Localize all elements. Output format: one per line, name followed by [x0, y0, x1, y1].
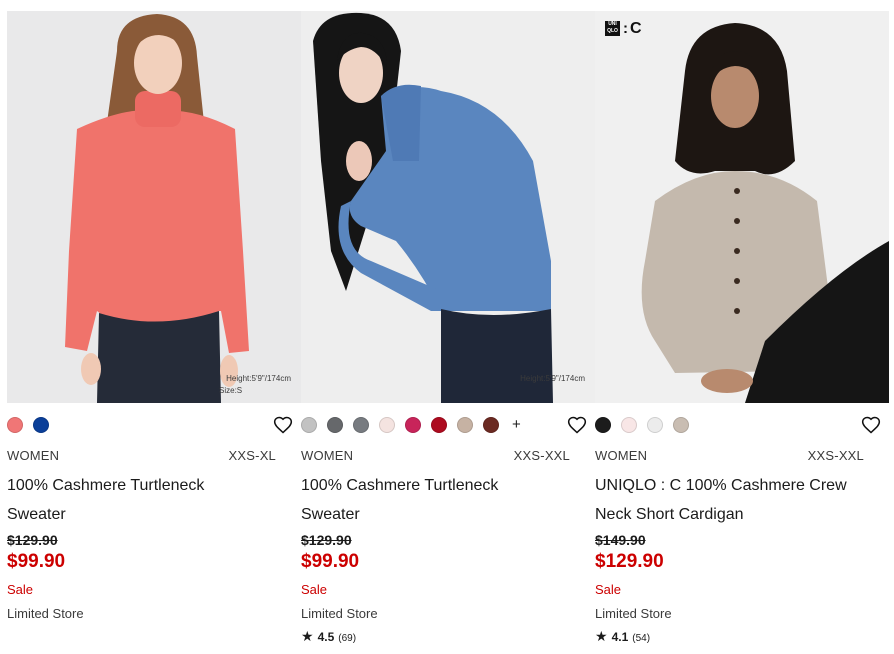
color-swatch[interactable] — [33, 417, 49, 433]
heart-outline-icon[interactable] — [273, 415, 293, 435]
color-swatch[interactable] — [353, 417, 369, 433]
rating-score: 4.5 — [317, 630, 335, 644]
product-meta: WOMEN XXS-XXL — [595, 448, 864, 463]
rating-score: 4.1 — [611, 630, 629, 644]
sale-price: $129.90 — [595, 551, 664, 572]
gender-label: WOMEN — [7, 448, 60, 463]
color-swatch[interactable] — [7, 417, 23, 433]
color-swatches: + — [301, 416, 521, 434]
heart-outline-icon[interactable] — [567, 415, 587, 435]
size-range: XXS-XXL — [513, 448, 570, 463]
sale-label: Sale — [595, 582, 622, 597]
product-name-line: UNIQLO : C 100% Cashmere Crew — [595, 477, 847, 494]
product-card[interactable]: UNI QLO : C WOMEN XXS-XXL UNIQLO : C 100… — [595, 11, 889, 651]
color-swatch[interactable] — [595, 417, 611, 433]
sale-price: $99.90 — [7, 551, 66, 572]
product-meta: WOMEN XXS-XL — [7, 448, 276, 463]
model-info: Height:5'9"/174cm — [226, 374, 291, 383]
review-count[interactable]: (69) — [338, 633, 356, 644]
color-swatches — [595, 416, 689, 434]
color-swatch[interactable] — [621, 417, 637, 433]
color-swatch[interactable] — [457, 417, 473, 433]
heart-outline-icon[interactable] — [861, 415, 881, 435]
gender-label: WOMEN — [595, 448, 648, 463]
product-name-line: 100% Cashmere Turtleneck — [7, 477, 205, 494]
model-info: Height:5'9"/174cm — [520, 374, 585, 383]
brand-logo-suffix: C — [630, 20, 642, 37]
review-count[interactable]: (54) — [632, 633, 650, 644]
color-swatch[interactable] — [327, 417, 343, 433]
sale-label: Sale — [301, 582, 328, 597]
color-swatch[interactable] — [379, 417, 395, 433]
product-name-line: 100% Cashmere Turtleneck — [301, 477, 499, 494]
star-icon: ★ — [301, 628, 314, 644]
product-name-line: Sweater — [301, 506, 360, 523]
model-size: Size:S — [219, 386, 243, 395]
original-price: $149.90 — [595, 532, 646, 548]
color-swatch[interactable] — [673, 417, 689, 433]
store-availability: Limited Store — [595, 606, 672, 621]
product-image[interactable]: Height:5'9"/174cm Size:S — [7, 11, 301, 403]
product-name[interactable]: 100% Cashmere Turtleneck Sweater — [301, 471, 583, 529]
product-card[interactable]: Height:5'9"/174cm Size:S WOMEN XXS-XL 10… — [7, 11, 301, 651]
brand-logo-box: UNI QLO — [605, 21, 620, 36]
product-name[interactable]: UNIQLO : C 100% Cashmere Crew Neck Short… — [595, 471, 877, 529]
gender-label: WOMEN — [301, 448, 354, 463]
original-price: $129.90 — [7, 532, 58, 548]
rating: ★ 4.5 (69) — [301, 628, 356, 645]
product-image[interactable]: UNI QLO : C — [595, 11, 889, 403]
sale-label: Sale — [7, 582, 34, 597]
product-name-line: Sweater — [7, 506, 66, 523]
size-range: XXS-XXL — [807, 448, 864, 463]
color-swatch[interactable] — [405, 417, 421, 433]
size-range: XXS-XL — [228, 448, 276, 463]
star-icon: ★ — [595, 628, 608, 644]
color-swatch[interactable] — [647, 417, 663, 433]
product-name-line: Neck Short Cardigan — [595, 506, 744, 523]
color-swatch[interactable] — [301, 417, 317, 433]
product-grid: Height:5'9"/174cm Size:S WOMEN XXS-XL 10… — [7, 11, 889, 651]
brand-logo-colon: : — [623, 20, 628, 37]
color-swatches — [7, 416, 49, 434]
product-meta: WOMEN XXS-XXL — [301, 448, 570, 463]
color-swatch[interactable] — [431, 417, 447, 433]
product-name[interactable]: 100% Cashmere Turtleneck Sweater — [7, 471, 289, 529]
store-availability: Limited Store — [301, 606, 378, 621]
product-card[interactable]: Height:5'9"/174cm + WOMEN XXS-XXL 100% C… — [301, 11, 595, 651]
original-price: $129.90 — [301, 532, 352, 548]
color-swatch[interactable] — [483, 417, 499, 433]
store-availability: Limited Store — [7, 606, 84, 621]
sale-price: $99.90 — [301, 551, 360, 572]
more-colors-button[interactable]: + — [512, 417, 521, 433]
product-image[interactable]: Height:5'9"/174cm — [301, 11, 595, 403]
rating: ★ 4.1 (54) — [595, 628, 650, 645]
brand-logo: UNI QLO : C — [605, 20, 642, 37]
